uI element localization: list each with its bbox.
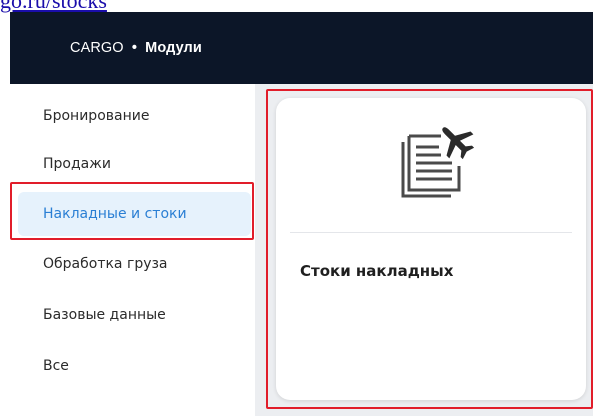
sidebar-item-label: Обработка груза (43, 256, 168, 272)
sidebar-item-waybills-stocks[interactable]: Накладные и стоки (18, 192, 251, 236)
sidebar-item-label: Все (43, 358, 69, 374)
sidebar-item-cargo-handling[interactable]: Обработка груза (18, 242, 251, 286)
sidebar-item-sales[interactable]: Продажи (18, 142, 251, 186)
breadcrumb: CARGO • Модули (70, 40, 202, 56)
card-divider (290, 232, 572, 233)
sidebar-item-booking[interactable]: Бронирование (18, 94, 251, 138)
brand-name[interactable]: CARGO (70, 40, 124, 56)
breadcrumb-separator: • (131, 40, 137, 56)
waybill-airplane-icon (389, 120, 475, 204)
app-window: go.ru/stocks CARGO • Модули Бронирование… (0, 0, 593, 416)
module-card-waybill-stocks[interactable]: Стоки накладных (276, 98, 586, 400)
sidebar-item-base-data[interactable]: Базовые данные (18, 293, 251, 337)
app-header: CARGO • Модули (10, 12, 593, 84)
sidebar-item-all[interactable]: Все (18, 344, 251, 388)
sidebar-item-label: Бронирование (43, 108, 150, 124)
url-link[interactable]: go.ru/stocks (0, 0, 107, 12)
card-title: Стоки накладных (300, 262, 454, 280)
sidebar-item-label: Базовые данные (43, 307, 166, 323)
sidebar: Бронирование Продажи Накладные и стоки О… (10, 84, 255, 416)
sidebar-item-label: Продажи (43, 156, 111, 172)
module-title: Модули (145, 40, 202, 56)
sidebar-item-label: Накладные и стоки (43, 206, 187, 222)
